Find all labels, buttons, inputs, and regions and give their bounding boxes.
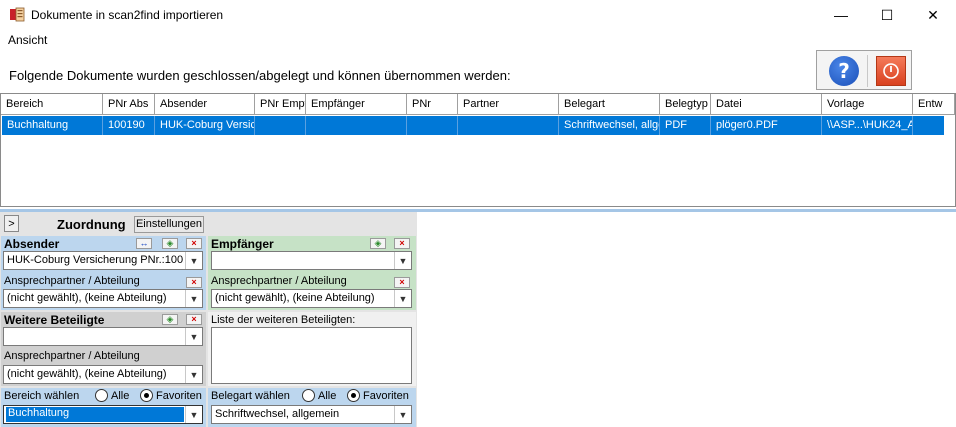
bereich-radio-favoriten[interactable] bbox=[140, 389, 153, 402]
col-bereich[interactable]: Bereich bbox=[1, 94, 103, 115]
liste-panel: Liste der weiteren Beteiligten: bbox=[208, 312, 416, 386]
toolbar-separator bbox=[867, 55, 868, 87]
absender-clear-icon[interactable]: × bbox=[186, 238, 202, 249]
cell-pnr-empf bbox=[255, 116, 306, 135]
cell-absender: HUK-Coburg Versicher bbox=[155, 116, 255, 135]
cell-pnr bbox=[407, 116, 458, 135]
belegart-radio-favoriten[interactable] bbox=[347, 389, 360, 402]
cell-belegart: Schriftwechsel, allgem bbox=[559, 116, 660, 135]
assignment-panel: > Zuordnung Einstellungen Absender ↔ ◈ ×… bbox=[0, 212, 417, 427]
empfaenger-contact-label: Ansprechpartner / Abteilung bbox=[211, 275, 347, 287]
weitere-title: Weitere Beteiligte bbox=[4, 313, 105, 327]
expand-button[interactable]: > bbox=[4, 215, 19, 232]
chevron-down-icon[interactable]: ▼ bbox=[185, 290, 202, 307]
power-icon[interactable] bbox=[876, 56, 906, 86]
chevron-down-icon[interactable]: ▼ bbox=[394, 252, 411, 269]
bereich-favoriten-label[interactable]: Favoriten bbox=[156, 390, 202, 402]
col-pnr-abs[interactable]: PNr Abs bbox=[103, 94, 155, 115]
empfaenger-contact-value: (nicht gewählt), (keine Abteilung) bbox=[215, 292, 375, 304]
absender-contact-label: Ansprechpartner / Abteilung bbox=[4, 275, 140, 287]
table-row[interactable]: Buchhaltung 100190 HUK-Coburg Versicher … bbox=[2, 116, 944, 135]
col-belegart[interactable]: Belegart bbox=[559, 94, 660, 115]
cell-belegtyp: PDF bbox=[660, 116, 711, 135]
absender-select-icon[interactable]: ◈ bbox=[162, 238, 178, 249]
bereich-radio-alle[interactable] bbox=[95, 389, 108, 402]
col-entw[interactable]: Entw bbox=[913, 94, 955, 115]
weitere-contact-combo[interactable]: (nicht gewählt), (keine Abteilung) ▼ bbox=[3, 365, 203, 384]
weitere-contact-value: (nicht gewählt), (keine Abteilung) bbox=[7, 368, 167, 380]
empfaenger-title: Empfänger bbox=[211, 237, 274, 251]
bereich-panel: Bereich wählen Alle Favoriten Buchhaltun… bbox=[1, 388, 206, 427]
belegart-favoriten-label[interactable]: Favoriten bbox=[363, 390, 409, 402]
settings-button[interactable]: Einstellungen bbox=[134, 216, 204, 233]
belegart-panel: Belegart wählen Alle Favoriten Schriftwe… bbox=[208, 388, 416, 427]
info-text: Folgende Dokumente wurden geschlossen/ab… bbox=[9, 68, 511, 83]
menu-ansicht[interactable]: Ansicht bbox=[8, 33, 47, 47]
empfaenger-combo[interactable]: ▼ bbox=[211, 251, 412, 270]
app-icon bbox=[10, 7, 25, 22]
liste-label: Liste der weiteren Beteiligten: bbox=[211, 314, 356, 326]
absender-title: Absender bbox=[4, 237, 60, 251]
weitere-contact-label: Ansprechpartner / Abteilung bbox=[4, 350, 140, 362]
bereich-label: Bereich wählen bbox=[4, 390, 80, 402]
minimize-button[interactable]: — bbox=[818, 0, 864, 30]
absender-combo[interactable]: HUK-Coburg Versicherung PNr.:10019 ▼ bbox=[3, 251, 203, 270]
absender-contact-clear-icon[interactable]: × bbox=[186, 277, 202, 288]
col-datei[interactable]: Datei bbox=[711, 94, 822, 115]
chevron-down-icon[interactable]: ▼ bbox=[394, 290, 411, 307]
cell-bereich: Buchhaltung bbox=[2, 116, 103, 135]
window-title: Dokumente in scan2find importieren bbox=[31, 8, 224, 22]
cell-pnr-abs: 100190 bbox=[103, 116, 155, 135]
chevron-down-icon[interactable]: ▼ bbox=[185, 328, 202, 345]
menu-bar: Ansicht bbox=[0, 30, 956, 50]
empfaenger-panel: Empfänger ◈ × ▼ Ansprechpartner / Abteil… bbox=[208, 236, 416, 310]
empfaenger-contact-combo[interactable]: (nicht gewählt), (keine Abteilung) ▼ bbox=[211, 289, 412, 308]
col-partner[interactable]: Partner bbox=[458, 94, 559, 115]
empfaenger-contact-clear-icon[interactable]: × bbox=[394, 277, 410, 288]
bereich-value: Buchhaltung bbox=[6, 407, 184, 422]
bereich-combo[interactable]: Buchhaltung ▼ bbox=[3, 405, 203, 424]
help-icon[interactable]: ? bbox=[829, 56, 859, 86]
empfaenger-clear-icon[interactable]: × bbox=[394, 238, 410, 249]
chevron-down-icon[interactable]: ▼ bbox=[185, 406, 202, 423]
grid-header: Bereich PNr Abs Absender PNr Empf Empfän… bbox=[1, 94, 955, 115]
cell-vorlage: \\ASP...\HUK24_A bbox=[822, 116, 913, 135]
cell-entw bbox=[913, 116, 944, 135]
absender-panel: Absender ↔ ◈ × HUK-Coburg Versicherung P… bbox=[1, 236, 206, 310]
absender-contact-combo[interactable]: (nicht gewählt), (keine Abteilung) ▼ bbox=[3, 289, 203, 308]
toolbar: ? bbox=[816, 50, 912, 90]
col-vorlage[interactable]: Vorlage bbox=[822, 94, 913, 115]
weitere-combo[interactable]: ▼ bbox=[3, 327, 203, 346]
cell-partner bbox=[458, 116, 559, 135]
belegart-alle-label[interactable]: Alle bbox=[318, 390, 336, 402]
chevron-down-icon[interactable]: ▼ bbox=[185, 366, 202, 383]
cell-empfaenger bbox=[306, 116, 407, 135]
belegart-combo[interactable]: Schriftwechsel, allgemein ▼ bbox=[211, 405, 412, 424]
weitere-clear-icon[interactable]: × bbox=[186, 314, 202, 325]
chevron-down-icon[interactable]: ▼ bbox=[185, 252, 202, 269]
col-pnr-empf[interactable]: PNr Empf bbox=[255, 94, 306, 115]
documents-grid[interactable]: Bereich PNr Abs Absender PNr Empf Empfän… bbox=[0, 93, 956, 207]
empfaenger-select-icon[interactable]: ◈ bbox=[370, 238, 386, 249]
weitere-select-icon[interactable]: ◈ bbox=[162, 314, 178, 325]
col-pnr[interactable]: PNr bbox=[407, 94, 458, 115]
weitere-listbox[interactable] bbox=[211, 327, 412, 384]
belegart-radio-alle[interactable] bbox=[302, 389, 315, 402]
col-belegtyp[interactable]: Belegtyp bbox=[660, 94, 711, 115]
chevron-down-icon[interactable]: ▼ bbox=[394, 406, 411, 423]
belegart-label: Belegart wählen bbox=[211, 390, 290, 402]
absender-value: HUK-Coburg Versicherung PNr.:10019 bbox=[7, 254, 184, 266]
maximize-button[interactable]: ☐ bbox=[864, 0, 910, 30]
swap-icon[interactable]: ↔ bbox=[136, 238, 152, 249]
col-empfaenger[interactable]: Empfänger bbox=[306, 94, 407, 115]
weitere-panel: Weitere Beteiligte ◈ × ▼ Ansprechpartner… bbox=[1, 312, 206, 386]
belegart-value: Schriftwechsel, allgemein bbox=[215, 408, 340, 420]
absender-contact-value: (nicht gewählt), (keine Abteilung) bbox=[7, 292, 167, 304]
cell-datei: plöger0.PDF bbox=[711, 116, 822, 135]
bereich-alle-label[interactable]: Alle bbox=[111, 390, 129, 402]
close-button[interactable]: ✕ bbox=[910, 0, 956, 30]
title-bar: Dokumente in scan2find importieren — ☐ ✕ bbox=[0, 0, 956, 30]
zuordnung-heading: Zuordnung bbox=[57, 217, 126, 232]
col-absender[interactable]: Absender bbox=[155, 94, 255, 115]
